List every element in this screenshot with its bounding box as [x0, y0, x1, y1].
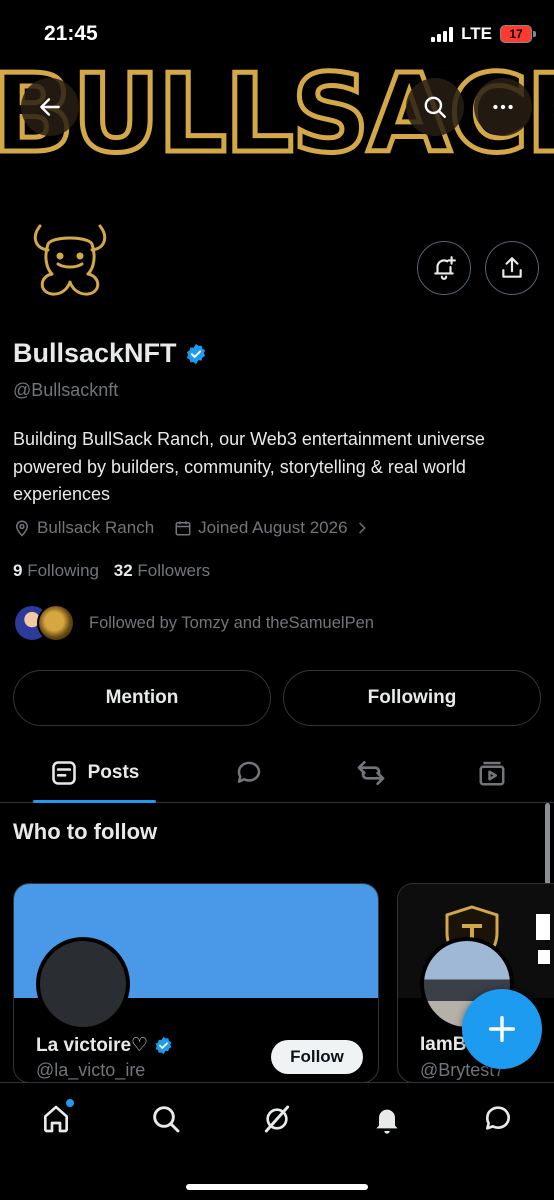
chevron-right-icon[interactable]	[354, 520, 370, 536]
profile-bio: Building BullSack Ranch, our Web3 entert…	[13, 429, 485, 504]
battery-icon: 17	[500, 25, 536, 43]
profile-banner: BULLSACK	[0, 62, 554, 174]
nav-messages[interactable]	[478, 1099, 518, 1139]
profile-avatar[interactable]	[14, 200, 126, 312]
following-label: Following	[27, 561, 100, 580]
verified-badge-icon[interactable]	[185, 343, 207, 365]
search-button[interactable]	[406, 78, 464, 136]
tab-reposts[interactable]	[351, 744, 391, 802]
nav-search[interactable]	[146, 1099, 186, 1139]
card-banner-text-fragment	[538, 950, 550, 964]
repost-icon	[357, 761, 385, 785]
search-icon	[153, 1106, 180, 1133]
status-indicators: LTE 17	[431, 24, 536, 44]
reply-bubble-icon	[237, 761, 261, 783]
profile-name: BullsackNFT	[13, 338, 177, 368]
notifications-bell-button[interactable]	[417, 241, 471, 295]
followers-count: 32	[113, 561, 133, 580]
location-text: Bullsack Ranch	[37, 518, 155, 537]
bell-icon	[376, 1109, 398, 1134]
banner-text: BULLSACK	[0, 62, 554, 174]
more-icon	[493, 104, 513, 110]
following-button[interactable]: Following	[283, 670, 541, 726]
mention-button[interactable]: Mention	[13, 670, 271, 726]
joined-text[interactable]: Joined August 2026	[198, 518, 347, 538]
nav-home[interactable]	[36, 1099, 76, 1139]
calendar-icon	[175, 521, 191, 536]
home-notification-dot	[66, 1099, 74, 1107]
following-stat[interactable]: 9 Following	[13, 561, 99, 580]
bottom-navigation	[0, 1082, 554, 1200]
follow-button[interactable]: Follow	[271, 1040, 363, 1074]
tab-media[interactable]	[472, 744, 512, 802]
card-avatar[interactable]	[36, 937, 130, 1031]
card-name-row: La victoire♡	[36, 1034, 173, 1057]
nav-grok[interactable]	[257, 1099, 297, 1139]
who-to-follow-title: Who to follow	[13, 819, 158, 844]
bell-plus-icon	[434, 256, 456, 280]
tab-posts[interactable]: Posts	[33, 744, 156, 802]
posts-icon	[51, 761, 76, 785]
bull-logo-icon	[33, 224, 107, 296]
signal-icon	[431, 26, 454, 42]
media-icon	[479, 761, 505, 786]
profile-meta: Bullsack Ranch Joined August 2026	[13, 518, 370, 538]
profile-tabs: Posts	[0, 744, 554, 803]
more-button[interactable]	[474, 78, 532, 136]
share-icon	[502, 257, 522, 278]
followers-label: Followers	[137, 561, 211, 580]
plus-icon	[488, 1015, 516, 1043]
verified-badge-icon	[155, 1036, 172, 1055]
tab-replies[interactable]	[229, 744, 269, 802]
home-indicator	[186, 1184, 368, 1190]
location-icon	[15, 520, 29, 537]
profile-handle: @Bullsacknft	[13, 380, 119, 400]
tab-posts-label: Posts	[87, 762, 140, 783]
compose-button[interactable]	[462, 989, 542, 1069]
card-banner-text-fragment	[536, 914, 550, 940]
suggestion-card[interactable]: La victoire♡ @la_victo_ire Follow	[13, 883, 379, 1083]
followed-by-row[interactable]: Followed by Tomzy and theSamuelPen	[13, 604, 374, 642]
nav-notifications[interactable]	[367, 1099, 407, 1139]
follow-stats: 9 Following 32 Followers	[13, 561, 210, 581]
card-handle: @la_victo_ire	[36, 1060, 146, 1080]
card-name: La victoire♡	[36, 1035, 149, 1056]
active-tab-indicator	[33, 800, 156, 803]
followed-by-text: Followed by Tomzy and theSamuelPen	[89, 613, 374, 632]
follower-avatar	[37, 604, 75, 642]
arrow-left-icon	[40, 98, 60, 116]
home-icon	[44, 1105, 68, 1133]
card-name: IamB	[420, 1034, 467, 1055]
grok-icon	[264, 1105, 290, 1133]
status-time: 21:45	[44, 22, 98, 45]
followers-stat[interactable]: 32 Followers	[114, 561, 210, 580]
chat-bubble-icon	[485, 1106, 510, 1130]
network-label: LTE	[461, 24, 492, 43]
following-count: 9	[13, 561, 23, 580]
share-button[interactable]	[485, 241, 539, 295]
search-icon	[424, 96, 446, 118]
back-button[interactable]	[21, 78, 79, 136]
profile-name-row: BullsackNFT	[13, 338, 207, 369]
